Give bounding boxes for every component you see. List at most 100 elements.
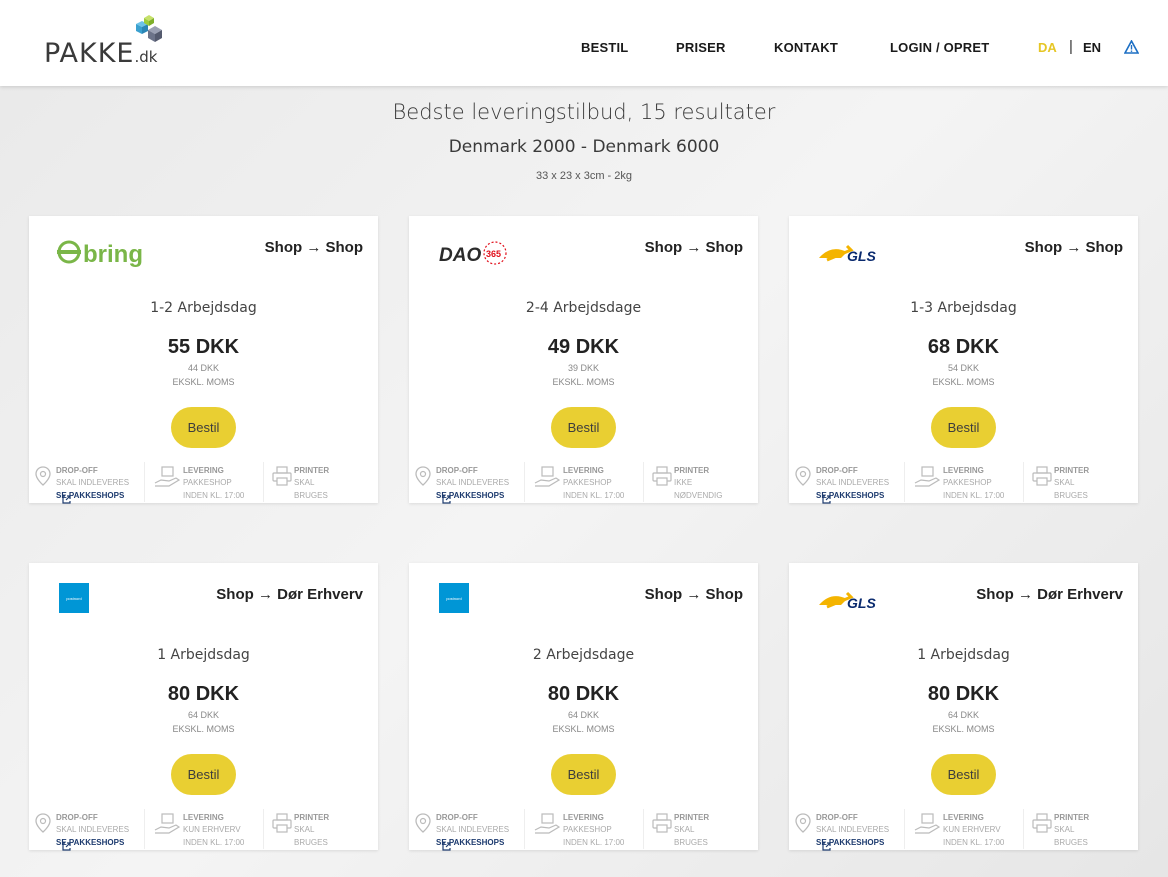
printer-info: PRINTER SKAL BRUGES: [643, 809, 758, 849]
see-pakkeshops-link[interactable]: SE PAKKESHOPS: [436, 838, 504, 851]
printer-text-2: BRUGES: [1054, 838, 1088, 847]
gls-logo-text: GLS: [847, 248, 876, 264]
printer-text-1: IKKE: [674, 478, 693, 487]
bestil-button[interactable]: Bestil: [551, 407, 616, 448]
dropoff-text: SKAL INDLEVERES: [816, 825, 890, 834]
delivery-title: LEVERING: [943, 466, 984, 475]
pakke-logo[interactable]: PAKKE.dk: [44, 14, 174, 69]
printer-text-2: BRUGES: [294, 491, 328, 500]
delivery-days: 1-3 Arbejdsdag: [910, 300, 1017, 316]
see-pakkeshops-link[interactable]: SE PAKKESHOPS: [436, 491, 504, 504]
delivery-text-2: INDEN KL. 17:00: [943, 838, 1005, 847]
price-excl-vat: 64 DKK: [187, 710, 220, 720]
delivery-title: LEVERING: [563, 466, 604, 475]
see-pakkeshops-link[interactable]: SE PAKKESHOPS: [56, 838, 124, 851]
dropoff-title: DROP-OFF: [56, 813, 98, 822]
delivery-hand-icon: [154, 813, 180, 834]
printer-info: PRINTER SKAL BRUGES: [1023, 462, 1138, 502]
dropoff-text: SKAL INDLEVERES: [816, 478, 890, 487]
bestil-button[interactable]: Bestil: [171, 407, 236, 448]
bestil-button[interactable]: Bestil: [931, 407, 996, 448]
bestil-button[interactable]: Bestil: [171, 754, 236, 795]
postnord-logo-text: postnord: [66, 596, 82, 601]
delivery-days: 2-4 Arbejdsdage: [525, 300, 642, 316]
delivery-text-2: INDEN KL. 17:00: [183, 491, 245, 500]
delivery-days: 2 Arbejdsdage: [532, 647, 635, 663]
printer-info: PRINTER SKAL BRUGES: [1023, 809, 1138, 849]
delivery-info: LEVERING PAKKESHOP INDEN KL. 17:00: [524, 462, 643, 502]
dropoff-info: DROP-OFF SKAL INDLEVERES SE PAKKESHOPS: [29, 462, 144, 504]
lang-en[interactable]: EN: [1083, 40, 1101, 55]
service-type: Shop → Shop: [264, 239, 363, 256]
external-link-icon: [822, 495, 831, 504]
see-pakkeshops-link[interactable]: SE PAKKESHOPS: [816, 838, 884, 851]
dropoff-info: DROP-OFF SKAL INDLEVERES SE PAKKESHOPS: [409, 809, 524, 851]
printer-title: PRINTER: [674, 813, 710, 822]
price: 68 DKK: [927, 336, 1000, 358]
delivery-text-1: PAKKESHOP: [563, 478, 612, 487]
printer-text-2: BRUGES: [294, 838, 328, 847]
delivery-hand-icon: [914, 813, 940, 834]
bestil-button[interactable]: Bestil: [931, 754, 996, 795]
printer-title: PRINTER: [1054, 813, 1090, 822]
dropoff-text: SKAL INDLEVERES: [436, 825, 510, 834]
price: 80 DKK: [547, 683, 620, 705]
offer-card: postnord Shop → Shop 2 Arbejdsdage 80 DK…: [409, 563, 758, 851]
lang-da[interactable]: DA: [1038, 40, 1057, 55]
printer-text-1: SKAL: [674, 825, 695, 834]
top-navbar: PAKKE.dk BESTIL PRISER KONTAKT LOGIN / O…: [0, 0, 1168, 86]
nav-kontakt[interactable]: KONTAKT: [774, 40, 838, 55]
bring-logo: bring: [57, 240, 143, 268]
external-link-icon: [442, 842, 451, 851]
external-link-icon: [62, 842, 71, 851]
dropoff-text: SKAL INDLEVERES: [56, 825, 130, 834]
printer-title: PRINTER: [294, 813, 330, 822]
printer-text-2: BRUGES: [1054, 491, 1088, 500]
dropoff-title: DROP-OFF: [56, 466, 98, 475]
dao-logo: DAO 365: [439, 241, 507, 266]
bestil-button[interactable]: Bestil: [551, 754, 616, 795]
results-headline: Bedste leveringstilbud, 15 resultater: [392, 100, 776, 124]
service-type: Shop → Shop: [1024, 239, 1123, 256]
dropoff-title: DROP-OFF: [816, 813, 858, 822]
printer-title: PRINTER: [674, 466, 710, 475]
warning-icon[interactable]: [1124, 40, 1139, 54]
postnord-logo-text: postnord: [446, 596, 462, 601]
printer-icon: [272, 813, 292, 833]
see-pakkeshops-link[interactable]: SE PAKKESHOPS: [56, 491, 124, 504]
printer-text-1: SKAL: [1054, 478, 1075, 487]
nav-priser[interactable]: PRISER: [676, 40, 726, 55]
printer-icon: [652, 813, 672, 833]
delivery-text-1: KUN ERHVERV: [183, 825, 241, 834]
delivery-text-2: INDEN KL. 17:00: [563, 491, 625, 500]
printer-icon: [652, 466, 672, 486]
printer-icon: [1032, 813, 1052, 833]
dropoff-info: DROP-OFF SKAL INDLEVERES SE PAKKESHOPS: [29, 809, 144, 851]
offer-card: postnord Shop → Dør Erhverv 1 Arbejdsdag…: [29, 563, 378, 851]
printer-info: PRINTER IKKE NØDVENDIG: [643, 462, 758, 502]
printer-text-2: NØDVENDIG: [674, 491, 723, 500]
package-dimensions: 33 x 23 x 3cm - 2kg: [536, 170, 632, 182]
location-pin-icon: [35, 813, 51, 833]
offer-card: GLS Shop → Shop 1-3 Arbejdsdag 68 DKK 54…: [789, 216, 1138, 504]
delivery-days: 1-2 Arbejdsdag: [150, 300, 257, 316]
delivery-info: LEVERING PAKKESHOP INDEN KL. 17:00: [144, 462, 263, 502]
delivery-text-1: PAKKESHOP: [563, 825, 612, 834]
excl-vat-label: EKSKL. MOMS: [932, 377, 995, 387]
price-excl-vat: 39 DKK: [567, 363, 600, 373]
dropoff-title: DROP-OFF: [436, 466, 478, 475]
excl-vat-label: EKSKL. MOMS: [172, 724, 235, 734]
nav-bestil[interactable]: BESTIL: [581, 40, 628, 55]
printer-info: PRINTER SKAL BRUGES: [263, 809, 378, 849]
excl-vat-label: EKSKL. MOMS: [932, 724, 995, 734]
nav-login[interactable]: LOGIN / OPRET: [890, 40, 989, 55]
delivery-hand-icon: [534, 466, 560, 487]
dao-logo-text: DAO: [439, 245, 481, 266]
price-excl-vat: 64 DKK: [947, 710, 980, 720]
external-link-icon: [442, 495, 451, 504]
dropoff-info: DROP-OFF SKAL INDLEVERES SE PAKKESHOPS: [409, 462, 524, 504]
excl-vat-label: EKSKL. MOMS: [552, 724, 615, 734]
dropoff-info: DROP-OFF SKAL INDLEVERES SE PAKKESHOPS: [789, 462, 904, 504]
see-pakkeshops-link[interactable]: SE PAKKESHOPS: [816, 491, 884, 504]
printer-text-2: BRUGES: [674, 838, 708, 847]
